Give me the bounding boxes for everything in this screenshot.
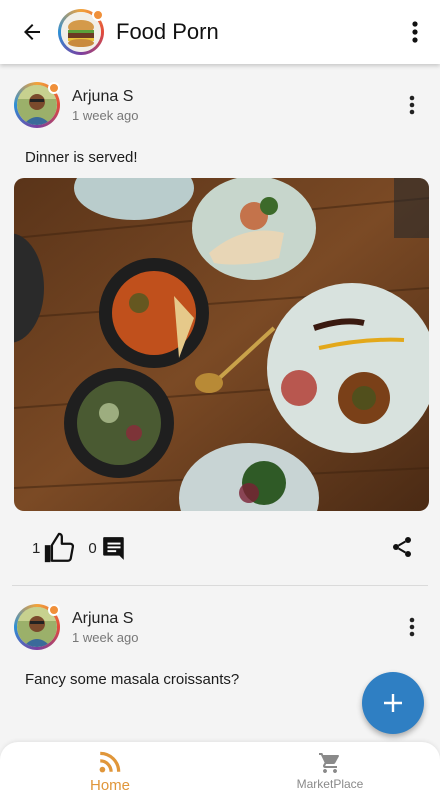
post-options-button[interactable] [398, 607, 426, 647]
post-meta: Arjuna S 1 week ago [72, 88, 398, 123]
nav-marketplace-label: MarketPlace [296, 777, 364, 791]
cart-icon [319, 753, 339, 773]
nav-marketplace[interactable]: MarketPlace [220, 742, 440, 800]
more-options-button[interactable] [400, 10, 430, 54]
author-name[interactable]: Arjuna S [72, 88, 398, 106]
nav-home[interactable]: Home [0, 742, 220, 800]
status-dot [48, 604, 60, 616]
food-photo [14, 178, 429, 511]
more-vertical-icon [412, 21, 418, 43]
post-meta: Arjuna S 1 week ago [72, 610, 398, 645]
post-options-button[interactable] [398, 85, 426, 125]
avatar[interactable] [14, 604, 60, 650]
like-count: 1 [32, 539, 41, 557]
post-timestamp: 1 week ago [72, 629, 139, 645]
page-title: Food Porn [116, 19, 219, 44]
post-actions: 1 0 [14, 511, 426, 585]
status-dot [48, 82, 60, 94]
more-vertical-icon [409, 617, 415, 637]
post-header: Arjuna S 1 week ago [14, 586, 426, 668]
bottom-navigation: Home MarketPlace [0, 742, 440, 800]
post-text: Dinner is served! [25, 149, 138, 166]
rss-icon [99, 751, 121, 772]
status-dot [92, 9, 104, 21]
share-icon [393, 537, 411, 557]
avatar[interactable] [14, 82, 60, 128]
comment-icon [102, 537, 124, 560]
post-header: Arjuna S 1 week ago [14, 64, 426, 146]
thumbs-up-icon [45, 532, 75, 563]
like-button[interactable]: 1 [32, 531, 76, 565]
share-button[interactable] [390, 535, 414, 564]
post-card: Arjuna S 1 week ago Dinner is served! 1 … [0, 64, 440, 585]
add-post-button[interactable] [362, 672, 424, 734]
comment-count: 0 [88, 539, 97, 557]
post-image[interactable] [14, 178, 429, 511]
nav-home-label: Home [89, 776, 130, 794]
group-avatar[interactable] [58, 9, 104, 55]
comment-button[interactable]: 0 [88, 535, 126, 561]
post-timestamp: 1 week ago [72, 107, 139, 123]
author-name[interactable]: Arjuna S [72, 610, 398, 628]
more-vertical-icon [409, 95, 415, 115]
back-button[interactable] [10, 10, 54, 54]
arrow-left-icon [24, 24, 40, 40]
feed[interactable]: Arjuna S 1 week ago Dinner is served! 1 … [0, 64, 440, 742]
plus-icon [384, 694, 402, 712]
app-bar: Food Porn [0, 0, 440, 64]
app-root: Food Porn Arjuna S 1 week ago Dinner is … [0, 0, 440, 800]
